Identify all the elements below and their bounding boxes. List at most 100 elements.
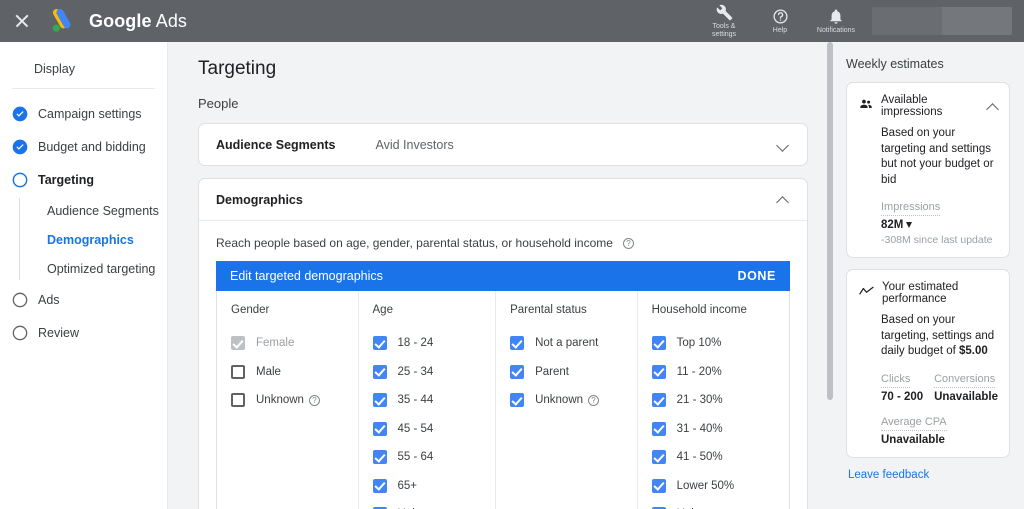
clicks-metric: Clicks 70 - 200 [881,369,934,403]
checkbox-row-age-65-plus[interactable]: 65+ [373,472,496,501]
vertical-scrollbar[interactable] [826,42,834,509]
wrench-icon [716,4,733,22]
column-header: Household income [652,304,789,316]
checkbox-checked [652,336,666,350]
circle-outline-icon [12,292,28,308]
circle-outline-icon [12,172,28,188]
brand-title: Google Ads [89,11,187,32]
checkbox-label: Top 10% [677,337,722,349]
sidebar-item-campaign-settings[interactable]: Campaign settings [0,97,167,130]
sidebar-item-review[interactable]: Review [0,316,167,349]
close-icon[interactable] [12,11,32,31]
audience-segments-header[interactable]: Audience Segments Avid Investors [199,124,807,165]
tools-and-settings-button[interactable]: Tools &settings [696,0,752,42]
estimated-performance-title: Your estimated performance [882,281,998,305]
checkbox-row-age-18-24[interactable]: 18 - 24 [373,329,496,358]
audience-segments-card: Audience Segments Avid Investors [198,123,808,166]
checkbox-label: Lower 50% [677,480,735,492]
checkbox-label: 35 - 44 [398,394,434,406]
impressions-delta-note: -308M since last update [881,234,998,246]
demographics-header[interactable]: Demographics [199,179,807,220]
clicks-value: 70 - 200 [881,391,934,403]
checkbox-row-age-45-54[interactable]: 45 - 54 [373,415,496,444]
sidebar-subnav: Audience Segments Demographics Optimized… [0,196,167,283]
checkbox-checked [373,422,387,436]
chevron-up-icon[interactable] [777,193,790,206]
arrow-down-icon [906,222,912,228]
checkbox-checked [510,336,524,350]
checkbox-row-income-31-40[interactable]: 31 - 40% [652,415,789,444]
checkbox-checked [652,479,666,493]
checkbox-row-income-top-10[interactable]: Top 10% [652,329,789,358]
checkbox-row-income-lower-50[interactable]: Lower 50% [652,472,789,501]
check-circle-icon [12,106,28,122]
conversions-label: Conversions [934,373,995,388]
checkbox-unchecked [231,365,245,379]
checkbox-checked [652,393,666,407]
impressions-metric: Impressions 82M -308M since last update [881,197,998,246]
column-header: Parental status [510,304,637,316]
help-icon[interactable]: ? [309,395,320,406]
checkbox-row-male[interactable]: Male [231,358,358,387]
checkbox-row-age-55-64[interactable]: 55 - 64 [373,443,496,472]
checkbox-row-income-41-50[interactable]: 41 - 50% [652,443,789,472]
chevron-up-icon[interactable] [987,100,998,113]
checkbox-label: Male [256,366,281,378]
checkbox-checked [373,479,387,493]
weekly-estimates-panel: Weekly estimates Available impressions B… [836,42,1024,509]
checkbox-row-gender-unknown[interactable]: Unknown ? [231,386,358,415]
checkbox-checked [373,365,387,379]
reach-text: Reach people based on age, gender, paren… [216,236,613,250]
estimated-performance-card: Your estimated performance Based on your… [846,269,1010,458]
cpa-metric: Average CPA Unavailable [881,412,998,446]
leave-feedback-link[interactable]: Leave feedback [848,469,1010,481]
reach-description: Reach people based on age, gender, paren… [216,236,790,261]
column-parental-status: Parental status Not a parent Parent Unkn… [495,291,637,509]
weekly-estimates-title: Weekly estimates [846,57,1010,71]
trend-line-icon [859,284,874,302]
checkbox-row-income-unknown[interactable]: Unknown ? [652,500,789,509]
checkbox-row-age-25-34[interactable]: 25 - 34 [373,358,496,387]
circle-outline-icon [12,325,28,341]
sidebar-item-budget-and-bidding[interactable]: Budget and bidding [0,130,167,163]
available-impressions-header[interactable]: Available impressions [859,94,998,118]
checkbox-row-female[interactable]: Female [231,329,358,358]
sidebar-item-ads[interactable]: Ads [0,283,167,316]
checkbox-row-parental-unknown[interactable]: Unknown ? [510,386,637,415]
checkbox-checked [373,336,387,350]
checkbox-row-parent[interactable]: Parent [510,358,637,387]
chevron-down-icon[interactable] [777,138,790,151]
main-content: Targeting People Audience Segments Avid … [168,42,836,509]
sidebar-item-targeting[interactable]: Targeting [0,163,167,196]
edit-demographics-bar[interactable]: Edit targeted demographics DONE [216,261,790,291]
help-label: Help [773,27,787,35]
checkbox-row-income-11-20[interactable]: 11 - 20% [652,358,789,387]
demographics-card: Demographics Reach people based on age, … [198,178,808,509]
help-button[interactable]: Help [752,0,808,42]
people-icon [859,97,873,116]
performance-metrics-row: Clicks 70 - 200 Conversions Unavailable [881,369,998,403]
impressions-value: 82M [881,219,903,231]
scrollbar-thumb[interactable] [827,42,833,400]
help-icon[interactable]: ? [623,238,634,249]
checkbox-row-income-21-30[interactable]: 21 - 30% [652,386,789,415]
performance-budget-amount: $5.00 [959,345,988,357]
account-selector[interactable] [872,7,1012,35]
checkbox-label: 55 - 64 [398,451,434,463]
clicks-label: Clicks [881,373,910,388]
edit-demographics-label: Edit targeted demographics [230,269,383,283]
checkbox-row-age-unknown[interactable]: Unknown ? [373,500,496,509]
sidebar: Display Campaign settings Budget and bid… [0,42,168,509]
sidebar-item-demographics[interactable]: Demographics [19,225,167,254]
help-icon [772,8,789,26]
sidebar-item-optimized-targeting[interactable]: Optimized targeting [19,254,167,283]
checkbox-row-not-a-parent[interactable]: Not a parent [510,329,637,358]
impressions-label: Impressions [881,201,940,216]
checkbox-row-age-35-44[interactable]: 35 - 44 [373,386,496,415]
notifications-button[interactable]: Notifications [808,0,864,42]
done-button[interactable]: DONE [737,269,776,283]
checkbox-checked [510,393,524,407]
sidebar-item-label: Campaign settings [38,107,142,121]
help-icon[interactable]: ? [588,395,599,406]
sidebar-item-audience-segments[interactable]: Audience Segments [19,196,167,225]
